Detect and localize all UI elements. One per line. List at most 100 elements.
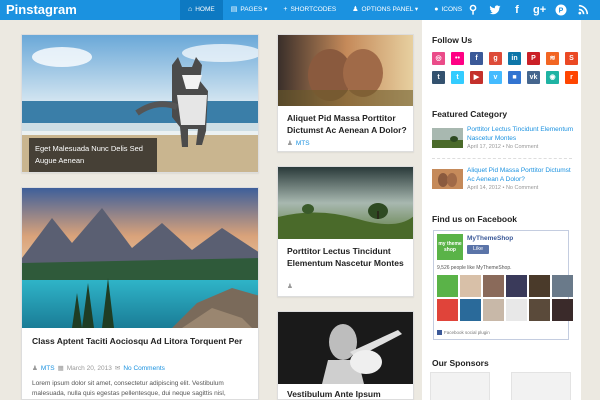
featured-thumb-2[interactable] xyxy=(432,169,463,189)
mountain-lake-image[interactable] xyxy=(22,188,258,328)
facebook-fan-faces xyxy=(437,275,573,321)
nav-shortcodes[interactable]: + Shortcodes xyxy=(275,0,344,20)
google-plus-icon[interactable]: g xyxy=(489,52,502,65)
lake-post-date: March 20, 2013 xyxy=(66,364,112,372)
featured-title-2[interactable]: Aliquet Pid Massa Porttitor Dictumst Ac … xyxy=(467,167,575,184)
nav-icons[interactable]: ● Icons xyxy=(426,0,470,20)
lake-post-author[interactable]: MTS xyxy=(41,365,55,372)
facebook-icon[interactable]: f xyxy=(470,52,483,65)
site-logo[interactable]: Pinstagram xyxy=(6,0,77,20)
featured-category-heading: Featured Category xyxy=(432,109,508,119)
facebook-heading: Find us on Facebook xyxy=(432,214,518,224)
weibo-icon[interactable]: ◉ xyxy=(546,71,559,84)
sponsors-heading: Our Sponsors xyxy=(432,358,489,368)
fan-avatar[interactable] xyxy=(506,275,527,297)
facebook-likes-count: 9,526 people like MyThemeShop. xyxy=(437,265,512,271)
vk-icon[interactable]: vk xyxy=(527,71,540,84)
youtube-icon[interactable]: ▶ xyxy=(470,71,483,84)
guitar-post-title[interactable]: Vestibulum Ante Ipsum xyxy=(287,389,409,399)
pinterest-icon[interactable]: P xyxy=(555,2,567,18)
field-post-title[interactable]: Porttitor Lectus Tincidunt Elementum Nas… xyxy=(287,246,409,269)
nav-pages[interactable]: ▤ Pages ▾ xyxy=(223,0,276,20)
stumbleupon-icon[interactable]: S xyxy=(565,52,578,65)
facebook-like-button[interactable]: Like xyxy=(467,245,489,254)
lake-post-comments[interactable]: No Comments xyxy=(123,365,165,372)
kiss-post-author[interactable]: MTS xyxy=(296,140,310,147)
flickr-icon[interactable]: •• xyxy=(451,52,464,65)
couple-kiss-image[interactable] xyxy=(278,35,413,106)
facebook-page-name[interactable]: MyThemeShop xyxy=(467,235,513,242)
header-social-icons: ⚲ f g+ P xyxy=(467,2,589,18)
husky-post-caption[interactable]: Eget Malesuada Nunc Delis Sed Augue Aene… xyxy=(29,138,157,172)
top-navigation-bar: Pinstagram ⌂ Home ▤ Pages ▾ + Shortcodes… xyxy=(0,0,600,20)
pinterest-icon[interactable]: P xyxy=(527,52,540,65)
home-icon: ⌂ xyxy=(188,6,193,13)
linkedin-icon[interactable]: in xyxy=(508,52,521,65)
lake-post-meta: ♟ MTS ▦ March 20, 2013 ✉ No Comments xyxy=(32,364,165,373)
featured-divider xyxy=(432,158,572,159)
fan-avatar[interactable] xyxy=(529,275,550,297)
fan-avatar[interactable] xyxy=(460,275,481,297)
tumblr-icon[interactable]: t xyxy=(432,71,445,84)
fan-avatar[interactable] xyxy=(552,275,573,297)
lake-post-title[interactable]: Class Aptent Taciti Aociosqu Ad Litora T… xyxy=(32,336,252,348)
pages-icon: ▤ xyxy=(230,6,238,13)
fan-avatar[interactable] xyxy=(552,299,573,321)
fan-avatar[interactable] xyxy=(437,275,458,297)
post-card-kiss[interactable]: Aliquet Pid Massa Porttitor Dictumst Ac … xyxy=(277,34,414,152)
nav-icons-label: Icons xyxy=(441,6,463,13)
featured-comments-2[interactable]: No Comment xyxy=(506,185,538,191)
sponsor-banner-1[interactable] xyxy=(430,372,490,400)
nav-home-label: Home xyxy=(195,6,215,13)
fan-avatar[interactable] xyxy=(483,275,504,297)
rss-icon[interactable] xyxy=(577,2,589,18)
misty-field-image[interactable] xyxy=(278,167,413,239)
guitar-woman-image[interactable] xyxy=(278,312,413,384)
featured-date-1: April 17, 2012 xyxy=(467,144,501,150)
facebook-plugin-label: Facebook social plugin xyxy=(444,330,490,335)
search-icon[interactable]: ⚲ xyxy=(467,2,479,18)
post-card-lake[interactable]: Class Aptent Taciti Aociosqu Ad Litora T… xyxy=(21,187,259,400)
vimeo-icon[interactable]: v xyxy=(489,71,502,84)
lake-post-excerpt: Lorem ipsum dolor sit amet, consectetur … xyxy=(32,380,226,397)
field-post-meta: ♟ xyxy=(287,282,293,290)
featured-title-1[interactable]: Porttitor Lectus Tincidunt Elementum Nas… xyxy=(467,126,575,143)
svg-text:P: P xyxy=(559,8,564,15)
reddit-icon[interactable]: r xyxy=(565,71,578,84)
featured-comments-1[interactable]: No Comment xyxy=(506,144,538,150)
author-icon: ♟ xyxy=(32,365,38,372)
fan-avatar[interactable] xyxy=(437,299,458,321)
post-card-husky[interactable]: Eget Malesuada Nunc Delis Sed Augue Aene… xyxy=(21,34,259,173)
nav-pages-label: Pages ▾ xyxy=(240,6,268,13)
fan-avatar[interactable] xyxy=(529,299,550,321)
main-menu: ⌂ Home ▤ Pages ▾ + Shortcodes ♟ Options … xyxy=(180,0,470,20)
sponsor-banner-2[interactable] xyxy=(511,372,571,400)
facebook-icon[interactable]: f xyxy=(511,2,523,18)
post-card-field[interactable]: Porttitor Lectus Tincidunt Elementum Nas… xyxy=(277,166,414,297)
fan-avatar[interactable] xyxy=(460,299,481,321)
nav-options-panel-label: Options Panel ▾ xyxy=(361,6,419,13)
kiss-post-title[interactable]: Aliquet Pid Massa Porttitor Dictumst Ac … xyxy=(287,113,409,136)
featured-thumb-1[interactable] xyxy=(432,128,463,148)
twitter-icon[interactable] xyxy=(489,2,501,18)
facebook-like-box: my theme shop MyThemeShop Like 9,526 peo… xyxy=(433,230,573,340)
twitter-icon[interactable]: t xyxy=(451,71,464,84)
facebook-social-plugin: Facebook social plugin xyxy=(437,330,490,335)
dribbble-icon[interactable]: ◎ xyxy=(432,52,445,65)
apple-icon: ● xyxy=(434,6,439,13)
nav-shortcodes-label: Shortcodes xyxy=(290,6,337,13)
user-icon: ♟ xyxy=(352,6,359,13)
rss-icon[interactable]: ≋ xyxy=(546,52,559,65)
nav-options-panel[interactable]: ♟ Options Panel ▾ xyxy=(344,0,426,20)
fan-avatar[interactable] xyxy=(506,299,527,321)
author-icon: ♟ xyxy=(287,283,293,290)
author-icon: ♟ xyxy=(287,140,293,147)
mythemeshop-logo[interactable]: my theme shop xyxy=(437,234,463,260)
nav-home[interactable]: ⌂ Home xyxy=(180,0,223,20)
fan-avatar[interactable] xyxy=(483,299,504,321)
delicious-icon[interactable]: ■ xyxy=(508,71,521,84)
kiss-post-meta: ♟ MTS xyxy=(287,139,310,148)
post-card-guitar[interactable]: Vestibulum Ante Ipsum xyxy=(277,311,414,400)
featured-meta-2: April 14, 2012 • No Comment xyxy=(467,185,539,191)
google-plus-icon[interactable]: g+ xyxy=(533,2,546,18)
